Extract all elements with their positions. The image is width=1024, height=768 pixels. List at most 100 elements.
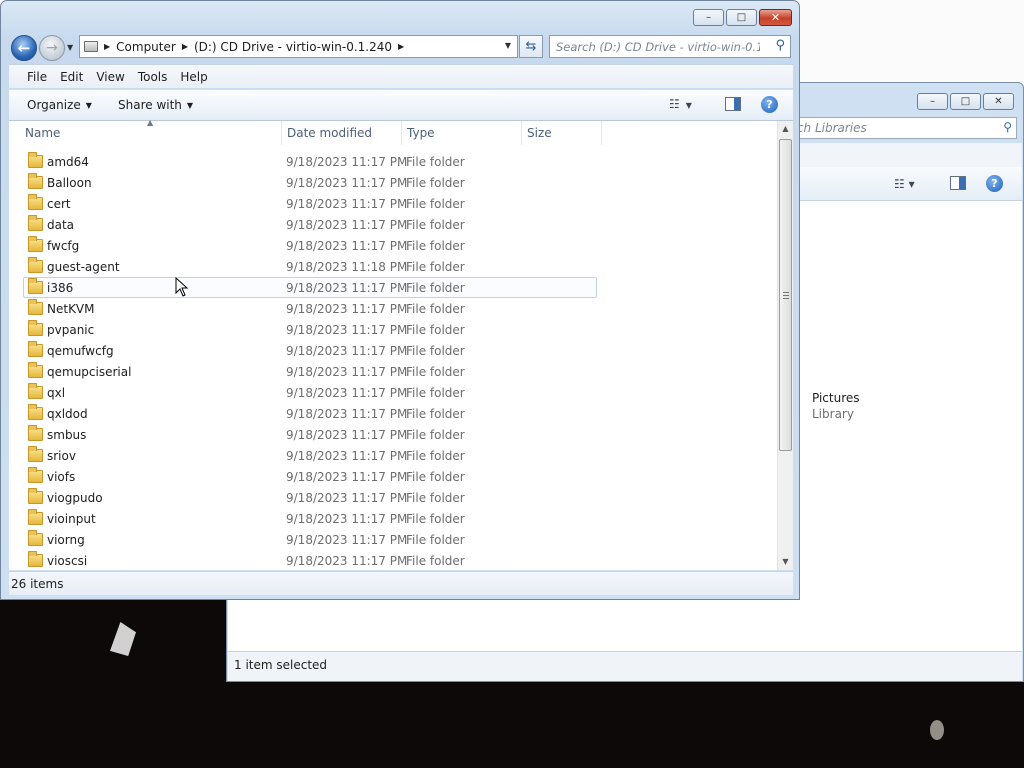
file-row[interactable]: i386 9/18/2023 11:17 PM File folder [23,277,597,298]
menu-tools[interactable]: Tools [138,70,168,84]
organize-button[interactable]: Organize ▼ [27,98,92,112]
file-row[interactable]: guest-agent 9/18/2023 11:18 PM File folder [23,256,597,277]
refresh-button[interactable]: ⇆ [519,35,543,58]
minimize-button[interactable]: – [693,9,724,26]
column-divider[interactable] [281,121,282,145]
menu-edit[interactable]: Edit [60,70,83,84]
file-list: ▲ Name Date modified Type Size amd64 9/18… [9,118,793,570]
file-row[interactable]: qemupciserial 9/18/2023 11:17 PM File fold… [23,361,597,382]
file-name: data [47,218,75,232]
file-date-modified: 9/18/2023 11:17 PM [286,197,408,211]
file-row[interactable]: NetKVM 9/18/2023 11:17 PM File folder [23,298,597,319]
file-date-modified: 9/18/2023 11:17 PM [286,344,408,358]
file-row[interactable]: viogpudo 9/18/2023 11:17 PM File folder [23,487,597,508]
folder-icon [28,215,43,231]
file-row[interactable]: data 9/18/2023 11:17 PM File folder [23,214,597,235]
wallpaper-highlight [930,720,944,740]
file-row[interactable]: qxl 9/18/2023 11:17 PM File folder [23,382,597,403]
file-row[interactable]: Balloon 9/18/2023 11:17 PM File folder [23,172,597,193]
chevron-right-icon[interactable]: ▶ [104,42,110,51]
back-button[interactable]: ← [11,35,37,61]
file-row[interactable]: qxldod 9/18/2023 11:17 PM File folder [23,403,597,424]
file-date-modified: 9/18/2023 11:17 PM [286,512,408,526]
file-date-modified: 9/18/2023 11:17 PM [286,533,408,547]
scroll-up-button[interactable]: ▲ [778,121,793,137]
library-name: Pictures [812,391,860,405]
close-button[interactable]: ✕ [759,9,792,26]
column-divider[interactable] [601,121,602,145]
file-type: File folder [406,512,465,526]
forward-button[interactable]: → [39,35,65,61]
address-bar[interactable]: ▶ Computer ▶ (D:) CD Drive - virtio-win-… [79,35,518,58]
minimize-button[interactable]: – [917,93,948,110]
file-row[interactable]: vioinput 9/18/2023 11:17 PM File folder [23,508,597,529]
vertical-scrollbar[interactable]: ▲ ▼ [777,121,793,570]
file-row[interactable]: fwcfg 9/18/2023 11:17 PM File folder [23,235,597,256]
help-icon[interactable]: ? [761,96,778,113]
address-dropdown-icon[interactable]: ▼ [505,41,511,50]
file-row[interactable]: amd64 9/18/2023 11:17 PM File folder [23,151,597,172]
column-divider[interactable] [401,121,402,145]
breadcrumb-computer[interactable]: Computer [116,40,176,54]
file-row[interactable]: viofs 9/18/2023 11:17 PM File folder [23,466,597,487]
search-input[interactable]: rch Libraries ⚲ [787,117,1017,139]
scroll-down-button[interactable]: ▼ [778,554,793,570]
file-row[interactable]: pvpanic 9/18/2023 11:17 PM File folder [23,319,597,340]
scrollbar-thumb[interactable] [779,139,792,451]
file-name: guest-agent [47,260,120,274]
file-row[interactable]: cert 9/18/2023 11:17 PM File folder [23,193,597,214]
search-icon[interactable]: ⚲ [1003,120,1012,134]
column-divider[interactable] [521,121,522,145]
column-type[interactable]: Type [407,126,435,140]
refresh-icon: ⇆ [525,39,537,54]
library-item-pictures[interactable]: Pictures Library [812,391,860,421]
file-row[interactable]: vioscsi 9/18/2023 11:17 PM File folder [23,550,597,570]
file-date-modified: 9/18/2023 11:17 PM [286,491,408,505]
column-size[interactable]: Size [527,126,552,140]
change-view-button[interactable]: ☷ ▼ [669,97,705,115]
preview-pane-icon[interactable] [725,97,741,111]
details-view-icon: ☷ [669,97,680,111]
views-icon[interactable]: ☷ ▾ [894,177,915,191]
file-date-modified: 9/18/2023 11:17 PM [286,218,408,232]
folder-icon [28,152,43,168]
folder-icon [28,383,43,399]
file-row[interactable]: viorng 9/18/2023 11:17 PM File folder [23,529,597,550]
maximize-button[interactable]: □ [950,93,981,110]
share-with-label: Share with [118,98,182,112]
file-type: File folder [406,365,465,379]
search-icon[interactable]: ⚲ [775,38,785,53]
recent-pages-dropdown[interactable]: ▼ [67,43,73,52]
folder-icon [28,446,43,462]
file-row[interactable]: qemufwcfg 9/18/2023 11:17 PM File folder [23,340,597,361]
preview-pane-icon[interactable] [950,176,966,190]
chevron-right-icon[interactable]: ▶ [398,42,404,51]
file-date-modified: 9/18/2023 11:17 PM [286,176,408,190]
file-date-modified: 9/18/2023 11:17 PM [286,554,408,568]
file-name: pvpanic [47,323,95,337]
column-header: ▲ Name Date modified Type Size [9,118,777,146]
chevron-down-icon: ▼ [85,101,92,110]
column-date-modified[interactable]: Date modified [287,126,372,140]
menu-file[interactable]: File [27,70,47,84]
share-with-button[interactable]: Share with ▼ [118,98,193,112]
file-date-modified: 9/18/2023 11:17 PM [286,302,408,316]
menu-view[interactable]: View [96,70,124,84]
search-input[interactable] [550,36,760,57]
file-name: viorng [47,533,85,547]
maximize-button[interactable]: □ [726,9,757,26]
menu-help[interactable]: Help [180,70,207,84]
grip-icon [783,292,789,299]
breadcrumb-drive[interactable]: (D:) CD Drive - virtio-win-0.1.240 [194,40,392,54]
help-icon[interactable]: ? [986,175,1003,192]
file-date-modified: 9/18/2023 11:17 PM [286,239,408,253]
chevron-right-icon[interactable]: ▶ [182,42,188,51]
file-type: File folder [406,260,465,274]
file-type: File folder [406,533,465,547]
file-row[interactable]: smbus 9/18/2023 11:17 PM File folder [23,424,597,445]
file-row[interactable]: sriov 9/18/2023 11:17 PM File folder [23,445,597,466]
file-name: qemupciserial [47,365,132,379]
column-name[interactable]: Name [25,126,60,140]
close-button[interactable]: ✕ [983,93,1014,110]
explorer-window[interactable]: – □ ✕ ← → ▼ ▶ Computer ▶ (D:) CD Drive -… [0,0,800,600]
